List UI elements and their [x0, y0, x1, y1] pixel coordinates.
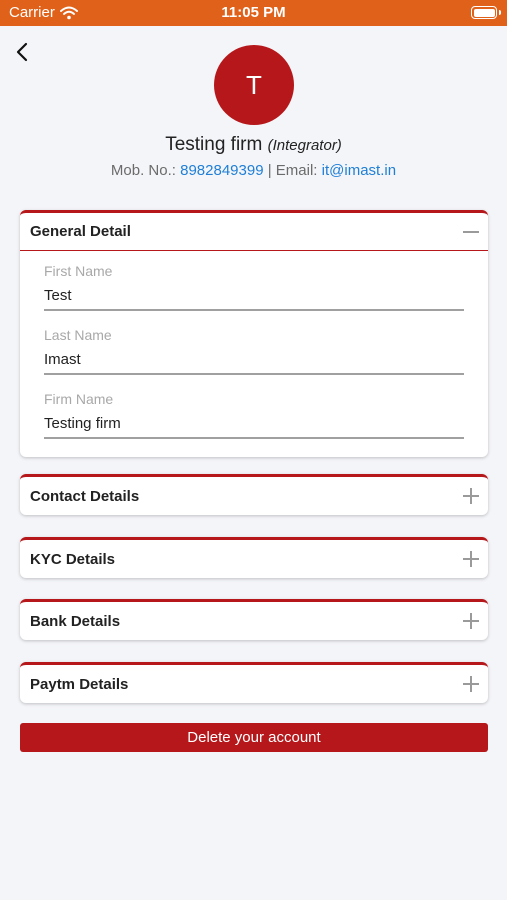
plus-icon[interactable] — [463, 676, 479, 692]
general-detail-card: General Detail First Name Test Last Name… — [20, 210, 488, 457]
contact-details-header[interactable]: Contact Details — [20, 477, 488, 515]
battery-icon — [471, 6, 501, 19]
profile-role: (Integrator) — [267, 137, 342, 154]
bank-details-header[interactable]: Bank Details — [20, 602, 488, 640]
delete-account-button[interactable]: Delete your account — [20, 723, 488, 752]
email-link[interactable]: it@imast.in — [322, 162, 396, 179]
firm-name-underline — [44, 437, 464, 439]
mobile-link[interactable]: 8982849399 — [180, 162, 263, 179]
bank-details-card[interactable]: Bank Details — [20, 599, 488, 640]
general-detail-header[interactable]: General Detail — [20, 213, 488, 251]
plus-icon[interactable] — [463, 613, 479, 629]
status-bar: Carrier 11:05 PM — [0, 0, 507, 26]
first-name-label: First Name — [44, 263, 113, 279]
last-name-label: Last Name — [44, 327, 112, 343]
general-detail-title: General Detail — [30, 223, 131, 240]
kyc-details-card[interactable]: KYC Details — [20, 537, 488, 578]
contact-line: Mob. No.: 8982849399 | Email: it@imast.i… — [0, 162, 507, 179]
email-label: Email: — [275, 162, 318, 179]
first-name-value: Test — [44, 287, 72, 304]
delete-account-label: Delete your account — [187, 729, 321, 746]
contact-details-card[interactable]: Contact Details — [20, 474, 488, 515]
profile-name: Testing firm (Integrator) — [0, 134, 507, 156]
kyc-details-header[interactable]: KYC Details — [20, 540, 488, 578]
bank-details-title: Bank Details — [30, 612, 121, 630]
paytm-details-card[interactable]: Paytm Details — [20, 662, 488, 703]
avatar: T — [214, 45, 294, 125]
contact-details-title: Contact Details — [30, 487, 140, 505]
last-name-value: Imast — [44, 351, 81, 368]
firm-name-field[interactable]: Firm Name Testing firm — [44, 379, 464, 443]
plus-icon[interactable] — [463, 488, 479, 504]
profile-name-text: Testing firm — [165, 134, 263, 155]
chevron-left-icon — [16, 42, 28, 62]
first-name-field[interactable]: First Name Test — [44, 251, 464, 315]
plus-icon[interactable] — [463, 551, 479, 567]
first-name-underline — [44, 309, 464, 311]
back-button[interactable] — [12, 40, 34, 66]
status-time: 11:05 PM — [221, 4, 286, 21]
firm-name-label: Firm Name — [44, 391, 114, 407]
last-name-underline — [44, 373, 464, 375]
firm-name-value: Testing firm — [44, 415, 121, 432]
kyc-details-title: KYC Details — [30, 550, 116, 568]
last-name-field[interactable]: Last Name Imast — [44, 315, 464, 379]
minus-icon[interactable] — [463, 224, 479, 240]
mobile-label: Mob. No.: — [110, 162, 176, 179]
paytm-details-title: Paytm Details — [30, 675, 129, 693]
paytm-details-header[interactable]: Paytm Details — [20, 665, 488, 703]
contact-separator: | — [267, 162, 272, 179]
avatar-initial: T — [246, 69, 262, 100]
